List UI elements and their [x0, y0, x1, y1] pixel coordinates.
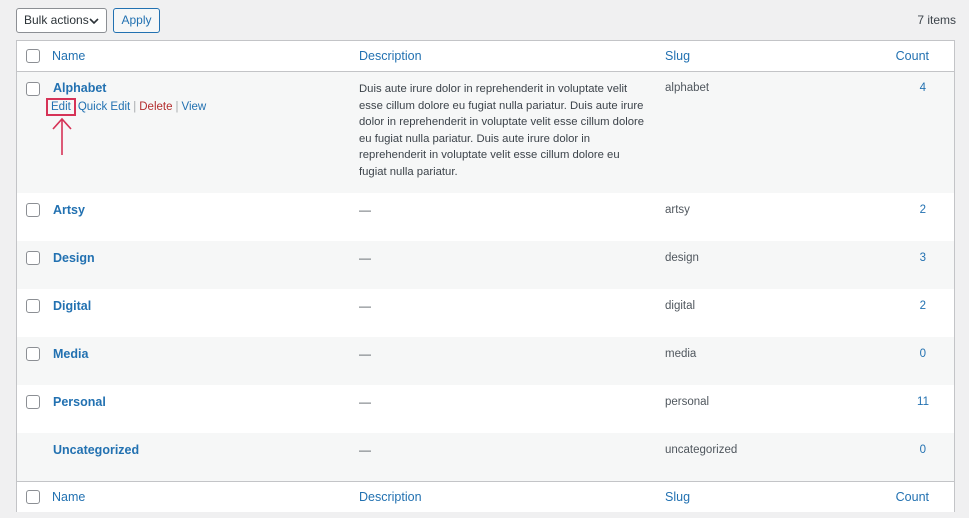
term-description: — [359, 443, 371, 457]
column-name-footer[interactable]: Name [52, 490, 85, 504]
term-slug: digital [665, 300, 696, 312]
term-description: — [359, 251, 371, 265]
row-checkbox[interactable] [26, 82, 40, 96]
term-count-link[interactable]: 0 [920, 348, 926, 360]
bulk-actions-label: Bulk actions [24, 13, 89, 27]
row-checkbox[interactable] [26, 299, 40, 313]
term-description: — [359, 203, 371, 217]
term-name-link[interactable]: Design [53, 251, 95, 265]
row-checkbox[interactable] [26, 395, 40, 409]
select-all-checkbox[interactable] [26, 49, 40, 63]
term-count-link[interactable]: 11 [917, 396, 929, 408]
table-row: Artsy — artsy 2 [17, 193, 954, 241]
items-count: 7 items [917, 13, 956, 27]
column-name-header[interactable]: Name [52, 49, 85, 63]
description-line: eu fugiat nulla pariatur. Duis aute irur… [359, 132, 591, 145]
column-slug-footer[interactable]: Slug [665, 490, 690, 504]
term-name-link[interactable]: Media [53, 347, 88, 361]
term-count-link[interactable]: 2 [920, 300, 926, 312]
quick-edit-link[interactable]: Quick Edit [78, 101, 130, 113]
term-count-link[interactable]: 2 [920, 204, 926, 216]
edit-link[interactable]: Edit [51, 101, 71, 113]
table-row: Media — media 0 [17, 337, 954, 385]
table-footer: Name Description Slug Count [17, 481, 954, 512]
term-description: Duis aute irure dolor in reprehenderit i… [359, 81, 651, 181]
term-name-link[interactable]: Alphabet [53, 81, 106, 95]
term-count-link[interactable]: 0 [920, 444, 926, 456]
row-checkbox[interactable] [26, 203, 40, 217]
column-count-footer[interactable]: Count [896, 490, 929, 504]
arrow-up-icon [52, 117, 72, 155]
edit-highlight: Edit [46, 98, 76, 116]
delete-link[interactable]: Delete [139, 101, 172, 113]
chevron-down-icon [88, 9, 100, 32]
term-name-link[interactable]: Digital [53, 299, 91, 313]
term-count-link[interactable]: 4 [920, 82, 926, 94]
row-actions: Edit Quick Edit | Delete | View [46, 98, 206, 116]
table-row: Alphabet Edit Quick Edit | Delete | View Duis… [17, 72, 954, 193]
description-line: esse cillum dolore eu fugiat nulla paria… [359, 99, 644, 112]
term-name-link[interactable]: Personal [53, 395, 106, 409]
categories-table: Name Description Slug Count Alphabet Edi… [16, 40, 955, 512]
term-count-link[interactable]: 3 [920, 252, 926, 264]
table-header: Name Description Slug Count [17, 41, 954, 72]
table-row: Digital — digital 2 [17, 289, 954, 337]
term-slug: media [665, 348, 697, 360]
column-description-footer[interactable]: Description [359, 490, 422, 504]
description-line: reprehenderit in voluptate velit esse ci… [359, 149, 620, 162]
view-link[interactable]: View [182, 101, 207, 113]
term-description: — [359, 347, 371, 361]
term-description: — [359, 299, 371, 313]
column-count-header[interactable]: Count [896, 49, 929, 63]
term-slug: personal [665, 396, 710, 408]
description-line: dolor in reprehenderit in voluptate veli… [359, 116, 645, 129]
action-separator: | [133, 101, 137, 113]
term-name-link[interactable]: Artsy [53, 203, 85, 217]
term-slug: design [665, 252, 699, 264]
term-slug: uncategorized [665, 444, 738, 456]
column-slug-header[interactable]: Slug [665, 49, 690, 63]
apply-button[interactable]: Apply [113, 8, 160, 33]
table-row: Uncategorized — uncategorized 0 [17, 433, 954, 481]
table-row: Design — design 3 [17, 241, 954, 289]
action-separator: | [175, 101, 179, 113]
description-line: fugiat nulla pariatur. [359, 165, 458, 178]
table-nav-top: Bulk actions Apply 7 items [0, 0, 969, 40]
table-row: Personal — personal 11 [17, 385, 954, 433]
term-slug: artsy [665, 204, 690, 216]
select-all-checkbox-footer[interactable] [26, 490, 40, 504]
term-description: — [359, 395, 371, 409]
row-checkbox[interactable] [26, 347, 40, 361]
bulk-actions-select[interactable]: Bulk actions [16, 8, 107, 33]
description-line: Duis aute irure dolor in reprehenderit i… [359, 83, 628, 95]
term-slug: alphabet [665, 82, 710, 94]
row-checkbox[interactable] [26, 251, 40, 265]
column-description-header[interactable]: Description [359, 49, 422, 63]
term-name-link[interactable]: Uncategorized [53, 443, 139, 457]
